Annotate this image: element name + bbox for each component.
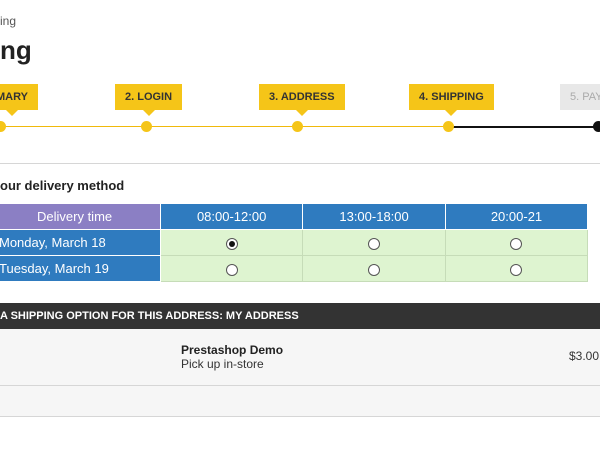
table-row: Tuesday, March 19 [0,255,589,282]
table-header-row: Delivery time 08:00-12:00 13:00-18:00 20… [0,203,589,230]
time-slot-header: 08:00-12:00 [160,203,304,230]
step-dot [443,121,454,132]
steps-track-completed [0,126,449,127]
carrier-price: $3.00 [569,349,600,363]
delivery-date: Tuesday, March 19 [0,255,162,282]
radio-button[interactable] [368,237,381,250]
checkout-steps: MARY 2. LOGIN 3. ADDRESS 4. SHIPPING 5. … [0,82,600,142]
radio-button[interactable] [510,263,523,276]
radio-button-selected[interactable] [225,237,238,250]
delivery-date: Monday, March 18 [0,229,162,256]
step-dot [141,121,152,132]
slot-cell[interactable] [444,255,589,282]
step-shipping: 4. SHIPPING [409,84,494,116]
divider [0,163,600,164]
carrier-description: Pick up in-store [181,357,264,371]
slot-cell[interactable] [160,255,304,282]
carrier-name: Prestashop Demo [181,343,284,357]
step-dot [0,121,6,132]
radio-button[interactable] [510,237,523,250]
time-slot-header: 13:00-18:00 [302,203,446,230]
radio-button[interactable] [225,263,238,276]
step-payment: 5. PAY [560,84,600,110]
steps-track-remaining [449,126,600,128]
radio-button[interactable] [368,263,381,276]
delivery-time-table: Delivery time 08:00-12:00 13:00-18:00 20… [0,203,589,282]
step-dot [292,121,303,132]
step-summary[interactable]: MARY [0,84,38,116]
table-row: Monday, March 18 [0,229,589,256]
step-dot [593,121,600,132]
breadcrumb[interactable]: ing [0,14,16,28]
slot-cell[interactable] [302,255,446,282]
delivery-section-title: our delivery method [0,178,125,193]
step-login[interactable]: 2. LOGIN [115,84,183,116]
shipping-option-header: A SHIPPING OPTION FOR THIS ADDRESS: MY A… [0,303,600,329]
slot-cell[interactable] [444,229,589,256]
step-address[interactable]: 3. ADDRESS [259,84,345,116]
time-slot-header: 20:00-21 [444,203,589,230]
slot-cell[interactable] [160,229,304,256]
page-title: ng [0,35,32,65]
carrier-row[interactable]: Prestashop Demo Pick up in-store $3.00 [0,329,600,386]
table-corner-header: Delivery time [0,203,162,230]
slot-cell[interactable] [302,229,446,256]
shipping-footer [0,386,600,417]
